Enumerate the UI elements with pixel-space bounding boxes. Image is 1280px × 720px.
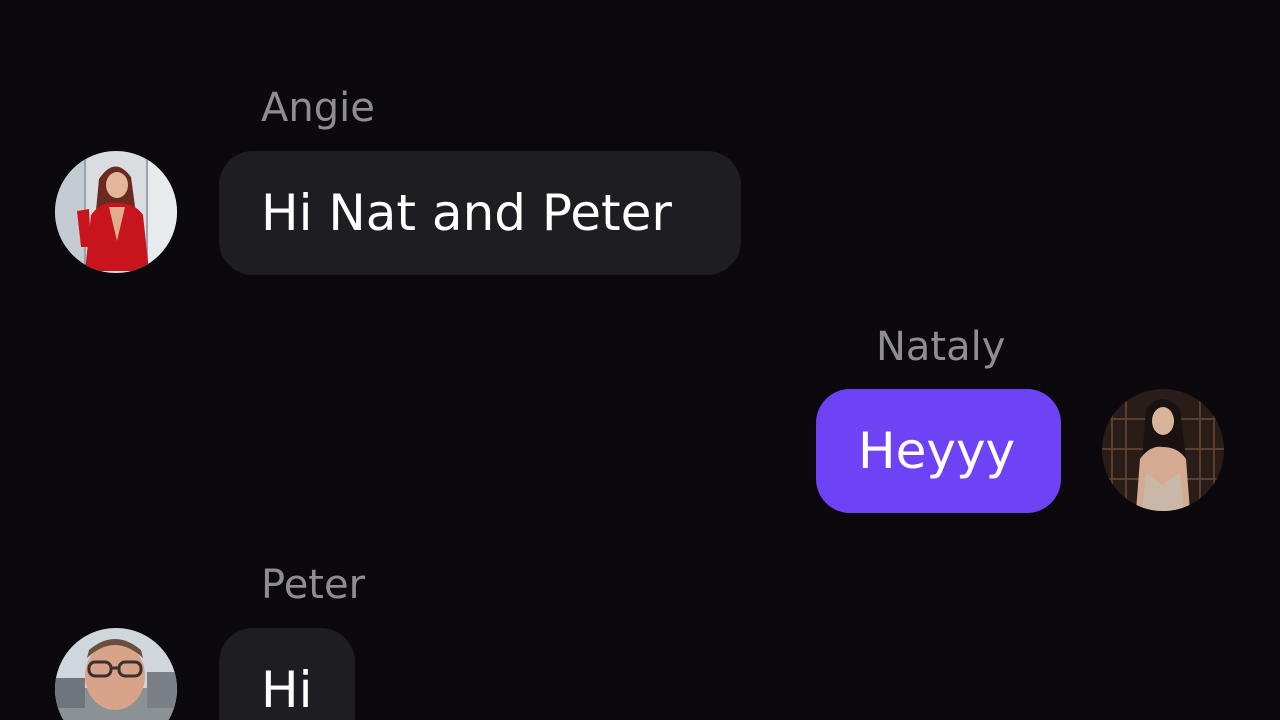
sender-name: Nataly — [876, 324, 1006, 370]
chat-thread: Angie Hi Nat and Peter Nataly Heyyy Pete… — [0, 0, 1280, 720]
message-text: Hi — [261, 661, 313, 719]
message-bubble[interactable]: Hi — [219, 628, 355, 720]
angie-avatar[interactable] — [55, 151, 177, 273]
message-text: Hi Nat and Peter — [261, 184, 672, 242]
message-bubble[interactable]: Hi Nat and Peter — [219, 151, 741, 275]
message-text: Heyyy — [858, 422, 1016, 480]
peter-avatar[interactable] — [55, 628, 177, 720]
message-bubble-own[interactable]: Heyyy — [816, 389, 1061, 513]
nataly-avatar[interactable] — [1102, 389, 1224, 511]
sender-name: Peter — [261, 562, 366, 608]
sender-name: Angie — [261, 85, 375, 131]
